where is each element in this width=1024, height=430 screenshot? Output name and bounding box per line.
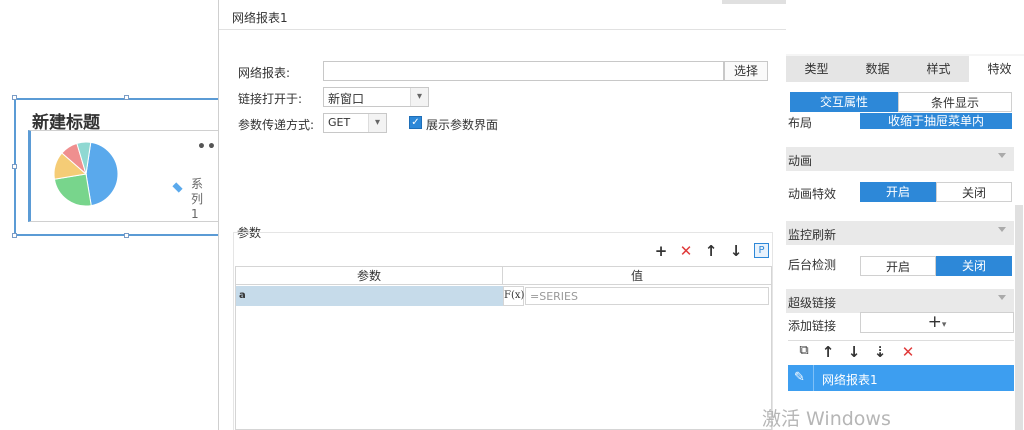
link-item[interactable]: ✎ 网络报表1	[788, 365, 1014, 391]
open-in-value: 新窗口	[328, 92, 365, 106]
subtab-condition[interactable]: 条件显示	[898, 92, 1012, 112]
params-table: 参数 值 a F(x) =SERIES	[235, 266, 772, 430]
legend-label: 系列1	[191, 177, 204, 221]
add-icon[interactable]: +	[653, 242, 669, 260]
chevron-down-icon	[998, 153, 1006, 158]
arrow-up-icon[interactable]: ↑	[703, 242, 719, 260]
monitor-off-toggle[interactable]: 关闭	[936, 256, 1012, 276]
open-in-select[interactable]: 新窗口 ▾	[323, 87, 429, 107]
arrow-down-icon[interactable]: ↓	[728, 242, 744, 260]
chevron-down-icon	[998, 227, 1006, 232]
param-name: a	[239, 290, 246, 301]
animation-off-toggle[interactable]: 关闭	[936, 182, 1012, 202]
show-params-label: 展示参数界面	[426, 118, 499, 132]
resize-handle[interactable]	[124, 95, 129, 100]
layout-select[interactable]: 收缩于抽屉菜单内	[860, 113, 1012, 129]
chevron-down-icon: ▾	[410, 88, 428, 106]
method-value: GET	[328, 116, 351, 129]
scrollbar[interactable]	[1015, 205, 1023, 430]
monitor-section-header[interactable]: 监控刷新	[786, 221, 1014, 245]
link-item-label: 网络报表1	[822, 373, 878, 387]
report-label: 网络报表:	[238, 66, 291, 80]
open-in-label: 链接打开于:	[238, 92, 303, 106]
animation-on-toggle[interactable]: 开启	[860, 182, 936, 202]
tab-data[interactable]: 数据	[847, 56, 908, 82]
pie-chart	[53, 141, 119, 207]
show-params-checkbox[interactable]: ✓	[409, 116, 422, 129]
panel-top	[786, 0, 1024, 54]
property-panel: 类型 数据 样式 特效 交互属性 条件显示 布局 收缩于抽屉菜单内 动画 动画特…	[786, 0, 1024, 430]
panel-strip	[722, 0, 786, 4]
dialog-title: 网络报表1	[232, 11, 288, 25]
param-p-icon[interactable]: P	[754, 243, 769, 258]
divider	[813, 365, 814, 391]
add-link-label: 添加链接	[788, 319, 837, 333]
arrow-down-icon[interactable]: ↓	[846, 343, 862, 361]
column-header-param: 参数	[236, 267, 503, 285]
param-name-cell[interactable]: a	[236, 286, 503, 306]
chevron-down-icon: ▾	[368, 114, 386, 132]
hyperlink-dialog: 网络报表1 网络报表: 选择 链接打开于: 新窗口 ▾ 参数传递方式: GET …	[218, 0, 788, 430]
value-input[interactable]: =SERIES	[525, 287, 769, 305]
pie-slice[interactable]	[85, 141, 119, 207]
animation-section-header[interactable]: 动画	[786, 147, 1014, 171]
delete-icon[interactable]: ✕	[900, 343, 916, 361]
tab-type[interactable]: 类型	[786, 56, 847, 82]
edit-pencil-icon[interactable]: ✎	[794, 370, 805, 385]
move-to-bottom-icon[interactable]: ⇣	[872, 343, 888, 361]
resize-handle[interactable]	[124, 233, 129, 238]
monitor-on-toggle[interactable]: 开启	[860, 256, 936, 276]
method-label: 参数传递方式:	[238, 118, 315, 132]
chart-area[interactable]: ••• 系列1	[28, 130, 226, 222]
resize-handle[interactable]	[12, 95, 17, 100]
add-link-button[interactable]: +▾	[860, 312, 1014, 333]
legend-marker	[172, 182, 183, 193]
dialog-titlebar: 网络报表1	[219, 0, 787, 30]
arrow-up-icon[interactable]: ↑	[820, 343, 836, 361]
copy-icon[interactable]: ⧉	[796, 343, 812, 358]
tab-style[interactable]: 样式	[908, 56, 969, 82]
tab-effects[interactable]: 特效	[969, 56, 1024, 82]
select-button[interactable]: 选择	[724, 61, 768, 81]
table-row[interactable]: a F(x) =SERIES	[236, 286, 771, 306]
delete-icon[interactable]: ✕	[678, 242, 694, 260]
formula-icon[interactable]: F(x)	[503, 286, 524, 306]
method-select[interactable]: GET ▾	[323, 113, 387, 133]
animation-effect-label: 动画特效	[788, 187, 837, 201]
activation-watermark: 激活 Windows	[762, 408, 891, 430]
subtab-interaction[interactable]: 交互属性	[790, 92, 898, 112]
chart-widget[interactable]: 新建标题 ••• 系列1	[14, 98, 226, 236]
layout-label: 布局	[788, 116, 813, 130]
column-header-value: 值	[503, 267, 771, 285]
hyperlink-section-header[interactable]: 超级链接	[786, 289, 1014, 313]
resize-handle[interactable]	[12, 233, 17, 238]
report-input[interactable]	[323, 61, 724, 81]
chevron-down-icon	[998, 295, 1006, 300]
resize-handle[interactable]	[12, 164, 17, 169]
background-check-label: 后台检测	[788, 258, 837, 272]
